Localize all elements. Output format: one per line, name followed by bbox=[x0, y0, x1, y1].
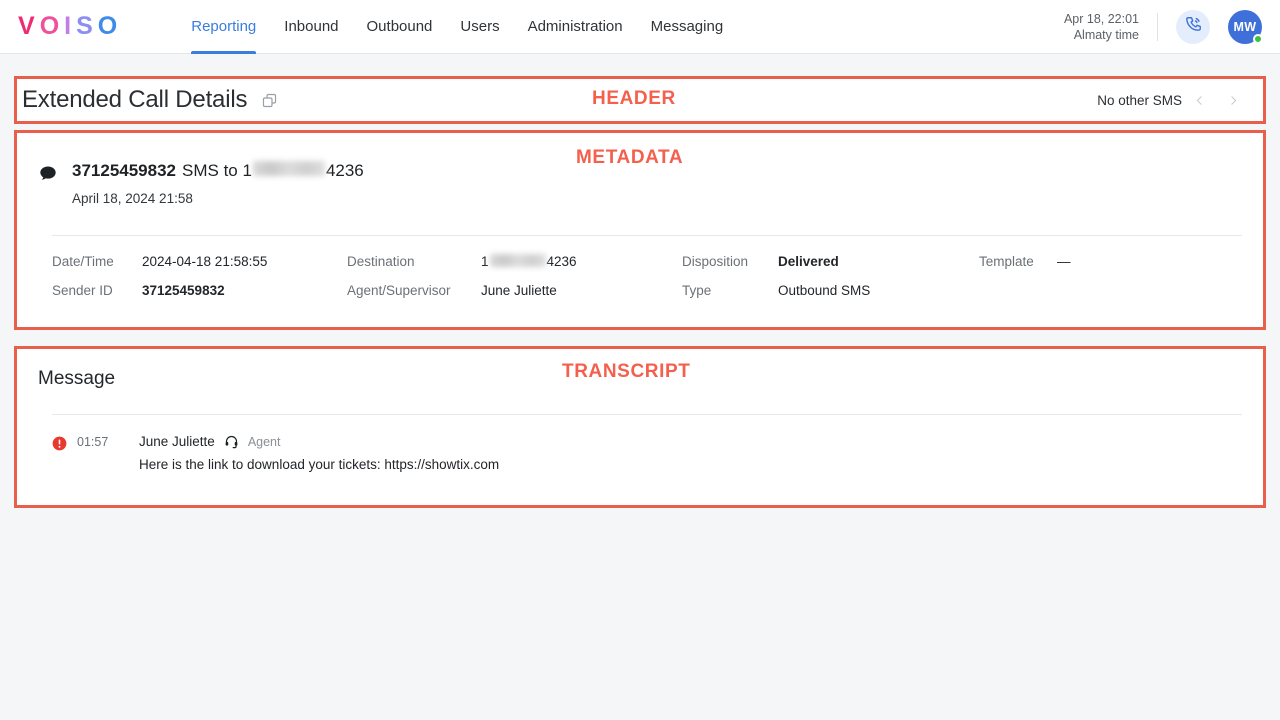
sms-title: 37125459832 SMS to 1 4236 bbox=[72, 160, 364, 182]
field-label: Type bbox=[682, 283, 712, 298]
destination-prefix: 1 bbox=[481, 254, 489, 269]
sms-summary-text: SMS to 1 bbox=[182, 161, 252, 180]
page-title: Extended Call Details bbox=[22, 86, 248, 113]
transcript-author: June Juliette bbox=[139, 434, 215, 449]
avatar-initials: MW bbox=[1233, 19, 1257, 34]
sms-pager: No other SMS bbox=[1097, 85, 1250, 115]
field-agent-supervisor: Agent/Supervisor June Juliette bbox=[347, 283, 682, 298]
sms-metadata-card: 37125459832 SMS to 1 4236 April 18, 2024 … bbox=[14, 130, 1266, 330]
field-label: Sender ID bbox=[52, 283, 113, 298]
destination-suffix: 4236 bbox=[546, 254, 577, 269]
alert-circle-icon bbox=[52, 436, 67, 474]
field-type: Type Outbound SMS bbox=[682, 283, 979, 298]
nav-item-administration[interactable]: Administration bbox=[514, 0, 637, 54]
sms-destination-suffix: 4236 bbox=[325, 161, 364, 180]
main-nav: Reporting Inbound Outbound Users Adminis… bbox=[177, 0, 737, 54]
field-label: Destination bbox=[347, 254, 415, 269]
transcript-title: Message bbox=[38, 368, 116, 389]
sms-sender-number: 37125459832 bbox=[72, 161, 177, 180]
voiso-logo[interactable]: VOISO bbox=[18, 12, 122, 41]
headset-icon bbox=[224, 434, 239, 449]
field-value: 37125459832 bbox=[142, 283, 225, 298]
nav-item-reporting[interactable]: Reporting bbox=[177, 0, 270, 54]
transcript-timestamp: 01:57 bbox=[77, 435, 109, 449]
field-value: 2024-04-18 21:58:55 bbox=[142, 254, 268, 269]
field-label: Disposition bbox=[682, 254, 749, 269]
clock-date: Apr 18, 22:01 bbox=[1063, 11, 1139, 26]
no-other-sms-label: No other SMS bbox=[1097, 92, 1182, 108]
field-destination: Destination 1 4236 bbox=[347, 254, 682, 269]
topbar-divider bbox=[1157, 12, 1158, 41]
field-label: Agent/Supervisor bbox=[347, 283, 451, 298]
field-value: Outbound SMS bbox=[778, 283, 871, 298]
nav-label: Reporting bbox=[191, 18, 257, 35]
logo-letter-2: O bbox=[39, 12, 65, 40]
top-navigation-bar: VOISO Reporting Inbound Outbound Users A… bbox=[0, 0, 1280, 54]
copy-icon[interactable] bbox=[261, 92, 278, 109]
nav-label: Users bbox=[460, 18, 500, 35]
nav-item-messaging[interactable]: Messaging bbox=[637, 0, 738, 54]
logo-letter-1: V bbox=[18, 12, 40, 40]
transcript-message-text: Here is the link to download your ticket… bbox=[139, 457, 500, 472]
logo-letter-4: S bbox=[76, 12, 98, 40]
nav-label: Administration bbox=[527, 18, 623, 35]
chat-bubble-icon bbox=[38, 164, 58, 189]
logo-letter-5: O bbox=[97, 12, 123, 40]
logo-letter-3: I bbox=[64, 12, 77, 40]
field-template: Template — bbox=[979, 254, 1246, 269]
prev-sms-button[interactable] bbox=[1182, 85, 1216, 115]
field-label: Date/Time bbox=[52, 254, 114, 269]
field-value: June Juliette bbox=[481, 283, 557, 298]
phone-call-button[interactable] bbox=[1176, 9, 1210, 44]
phone-call-icon bbox=[1184, 15, 1203, 39]
nav-item-outbound[interactable]: Outbound bbox=[353, 0, 447, 54]
user-avatar[interactable]: MW bbox=[1228, 9, 1263, 44]
field-label: Template bbox=[979, 254, 1034, 269]
field-disposition: Disposition Delivered bbox=[682, 254, 979, 269]
nav-label: Outbound bbox=[366, 18, 433, 35]
next-sms-button[interactable] bbox=[1216, 85, 1250, 115]
message-transcript-card: Message 01:57 June Juliette Agent Here i… bbox=[14, 346, 1266, 508]
nav-label: Messaging bbox=[650, 18, 724, 35]
metadata-fields-grid: Date/Time 2024-04-18 21:58:55 Destinatio… bbox=[52, 254, 1246, 298]
field-value: — bbox=[1057, 254, 1071, 269]
redacted-destination bbox=[252, 161, 325, 176]
field-datetime: Date/Time 2024-04-18 21:58:55 bbox=[52, 254, 347, 269]
sms-datetime: April 18, 2024 21:58 bbox=[72, 191, 193, 206]
redacted-destination bbox=[489, 254, 546, 267]
field-value: Delivered bbox=[778, 254, 839, 269]
clock-timezone: Almaty time bbox=[1073, 27, 1139, 42]
transcript-divider bbox=[52, 414, 1242, 415]
field-sender-id: Sender ID 37125459832 bbox=[52, 283, 347, 298]
transcript-role: Agent bbox=[247, 434, 281, 449]
nav-label: Inbound bbox=[284, 18, 339, 35]
nav-item-inbound[interactable]: Inbound bbox=[270, 0, 352, 54]
online-status-dot bbox=[1253, 33, 1263, 44]
metadata-divider bbox=[52, 235, 1242, 236]
field-empty bbox=[979, 283, 1246, 298]
field-value: 1 4236 bbox=[481, 254, 577, 269]
nav-item-users[interactable]: Users bbox=[446, 0, 513, 54]
topbar-right-section: Apr 18, 22:01 Almaty time MW bbox=[1064, 9, 1263, 44]
clock: Apr 18, 22:01 Almaty time bbox=[1064, 11, 1139, 43]
transcript-entry: 01:57 June Juliette Agent Here is the li… bbox=[52, 434, 1242, 474]
page-header-card: Extended Call Details No other SMS bbox=[14, 76, 1266, 124]
